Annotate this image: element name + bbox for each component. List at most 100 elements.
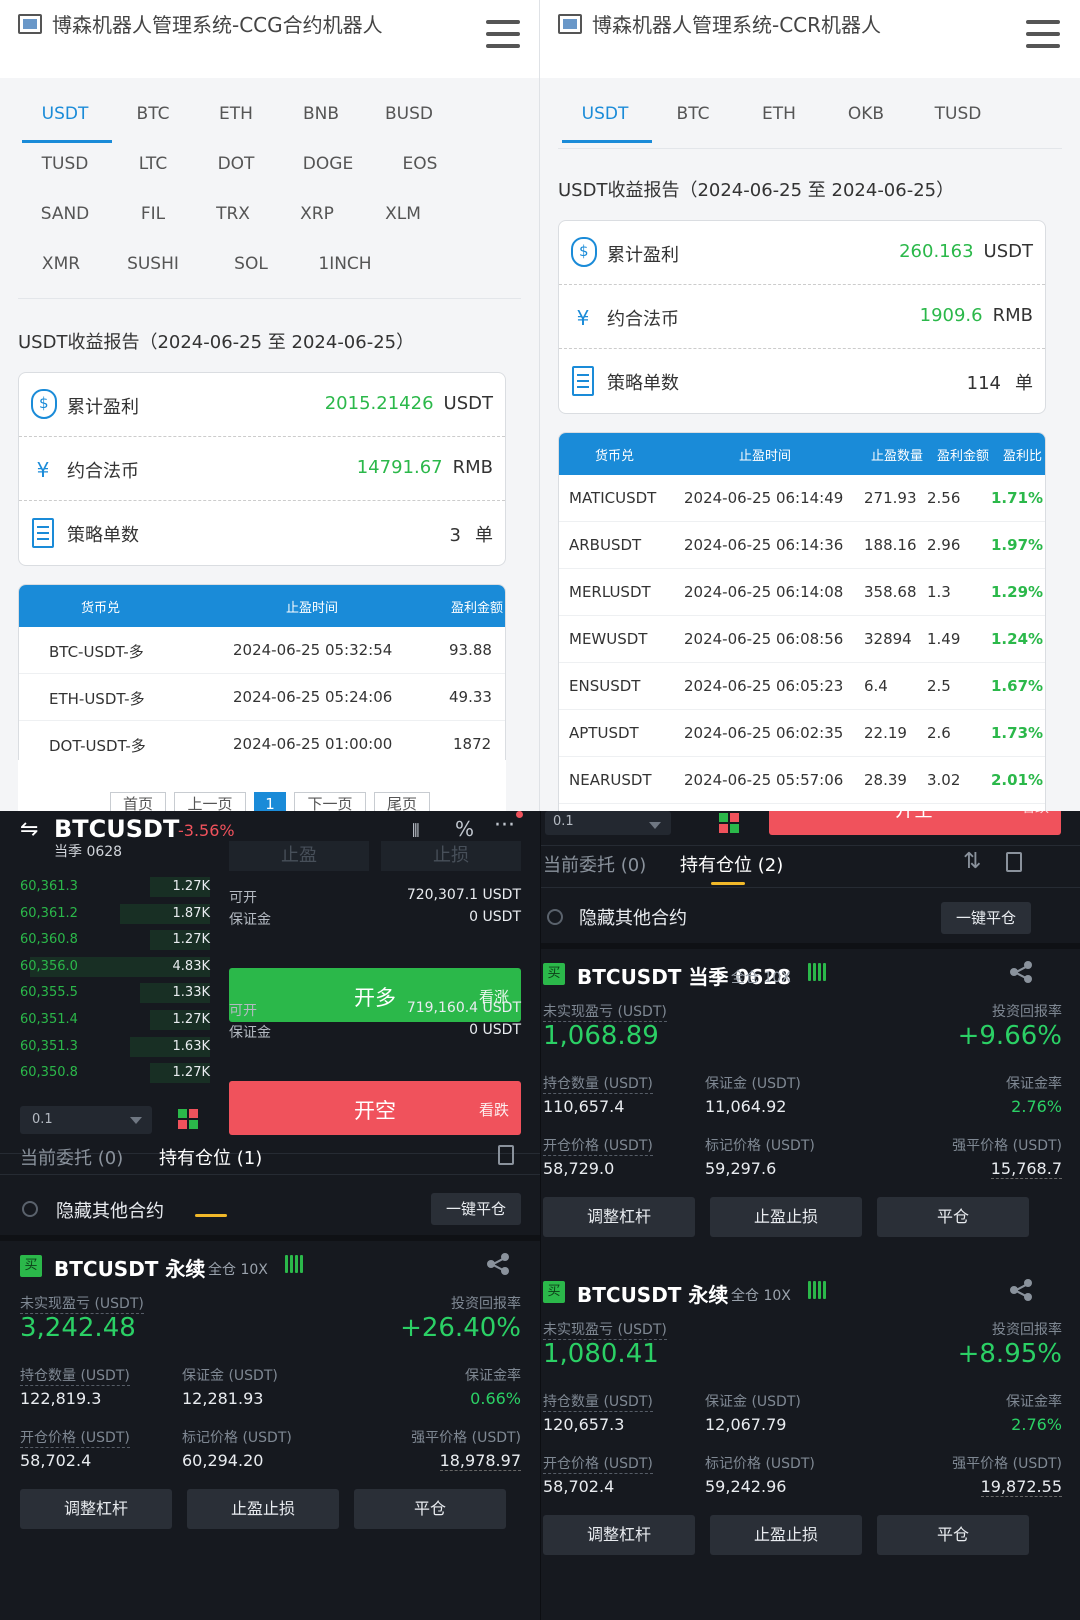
swap-icon[interactable]: ⇋ bbox=[20, 817, 38, 842]
tab-okb[interactable]: OKB bbox=[821, 104, 911, 124]
active-tab-underline bbox=[562, 140, 652, 143]
header-ratio: 盈利比 bbox=[1003, 449, 1043, 464]
tab-sushi[interactable]: SUSHI bbox=[108, 254, 198, 274]
cell-qty: 32894 bbox=[864, 630, 912, 648]
tab-tusd[interactable]: TUSD bbox=[20, 154, 110, 174]
tab-xlm[interactable]: XLM bbox=[358, 204, 448, 224]
depth-layout-icon[interactable] bbox=[178, 1109, 200, 1131]
contract-name[interactable]: BTCUSDT 永续 bbox=[54, 1253, 205, 1282]
tab-btc[interactable]: BTC bbox=[108, 104, 198, 124]
order-price[interactable]: 60,356.0 bbox=[20, 959, 78, 974]
tab-fil[interactable]: FIL bbox=[108, 204, 198, 224]
divider bbox=[558, 148, 1062, 149]
notification-dot-icon bbox=[516, 811, 523, 818]
tab-sol[interactable]: SOL bbox=[206, 254, 296, 274]
tab-eos[interactable]: EOS bbox=[375, 154, 465, 174]
tab-bnb[interactable]: BNB bbox=[276, 104, 366, 124]
adjust-leverage-button[interactable]: 调整杠杆 bbox=[543, 1515, 695, 1555]
tab-trx[interactable]: TRX bbox=[188, 204, 278, 224]
tab-sand[interactable]: SAND bbox=[20, 204, 110, 224]
contract-name[interactable]: BTCUSDT 永续 bbox=[577, 1279, 728, 1308]
last-page-button[interactable]: 尾页 bbox=[374, 792, 430, 811]
order-price[interactable]: 60,361.2 bbox=[20, 906, 78, 921]
tab-doge[interactable]: DOGE bbox=[283, 154, 373, 174]
order-price[interactable]: 60,351.4 bbox=[20, 1012, 78, 1027]
fiat-unit: RMB bbox=[452, 457, 493, 478]
margin-value: 12,067.79 bbox=[705, 1415, 787, 1434]
share-icon[interactable] bbox=[1010, 1279, 1032, 1301]
cell-pair: BTC-USDT-多 bbox=[49, 643, 144, 661]
stop-loss-input[interactable]: 止损 bbox=[381, 841, 521, 871]
sort-icon[interactable]: ⇅ bbox=[963, 849, 981, 874]
margin-rate-label: 保证金率 bbox=[1006, 1076, 1062, 1092]
order-price[interactable]: 60,351.3 bbox=[20, 1039, 78, 1054]
tab-btc[interactable]: BTC bbox=[648, 104, 738, 124]
document-icon[interactable] bbox=[498, 1145, 514, 1165]
share-icon[interactable] bbox=[1010, 961, 1032, 983]
table-row: ARBUSDT 2024-06-25 06:14:36 188.16 2.96 1.97… bbox=[559, 522, 1045, 569]
summary-card: 累计盈利 260.163 USDT ¥ 约合法币 1909.6 RMB 策略单数 1… bbox=[558, 220, 1046, 414]
tp-sl-button[interactable]: 止盈止损 bbox=[187, 1489, 339, 1529]
prev-page-button[interactable]: 上一页 bbox=[174, 792, 246, 811]
cell-pair: NEARUSDT bbox=[569, 771, 652, 789]
hide-other-radio[interactable] bbox=[547, 909, 563, 925]
open-short-button[interactable]: 开空 看跌 bbox=[229, 1081, 521, 1135]
tab-usdt[interactable]: USDT bbox=[560, 104, 650, 124]
orders-unit: 单 bbox=[475, 525, 493, 546]
price-step-select[interactable]: 0.1 bbox=[20, 1106, 152, 1134]
pair-name[interactable]: BTCUSDT bbox=[54, 815, 179, 843]
current-page-button[interactable]: 1 bbox=[254, 792, 286, 811]
order-price[interactable]: 60,355.5 bbox=[20, 985, 78, 1000]
tab-usdt[interactable]: USDT bbox=[20, 104, 110, 124]
close-position-button[interactable]: 平仓 bbox=[877, 1197, 1029, 1237]
tp-sl-button[interactable]: 止盈止损 bbox=[710, 1515, 862, 1555]
tab-xmr[interactable]: XMR bbox=[16, 254, 106, 274]
hide-other-radio[interactable] bbox=[22, 1201, 38, 1217]
percent-icon[interactable]: % bbox=[455, 817, 474, 841]
tp-sl-button[interactable]: 止盈止损 bbox=[710, 1197, 862, 1237]
adjust-leverage-button[interactable]: 调整杠杆 bbox=[543, 1197, 695, 1237]
menu-icon[interactable] bbox=[1026, 20, 1062, 50]
table-body: MATICUSDT 2024-06-25 06:14:49 271.93 2.56 1.… bbox=[559, 475, 1045, 804]
tab-eth[interactable]: ETH bbox=[191, 104, 281, 124]
liq-price: 15,768.7 bbox=[990, 1159, 1062, 1179]
tab-open-orders[interactable]: 当前委托 (0) bbox=[543, 851, 646, 877]
tab-ltc[interactable]: LTC bbox=[108, 154, 198, 174]
tab-xrp[interactable]: XRP bbox=[272, 204, 362, 224]
order-qty: 1.27K bbox=[172, 1065, 210, 1081]
price-step-select[interactable]: 0.1 bbox=[545, 811, 671, 835]
more-icon[interactable]: ··· bbox=[494, 813, 515, 838]
take-profit-input[interactable]: 止盈 bbox=[229, 841, 369, 871]
first-page-button[interactable]: 首页 bbox=[110, 792, 166, 811]
adjust-leverage-button[interactable]: 调整杠杆 bbox=[20, 1489, 172, 1529]
candlestick-icon[interactable]: ⫴ bbox=[412, 821, 434, 842]
open-short-button[interactable]: 开空 看跌 bbox=[769, 811, 1061, 835]
close-all-button[interactable]: 一键平仓 bbox=[431, 1193, 521, 1225]
depth-layout-icon[interactable] bbox=[719, 813, 741, 835]
tab-eth[interactable]: ETH bbox=[734, 104, 824, 124]
menu-icon[interactable] bbox=[486, 20, 522, 50]
next-page-button[interactable]: 下一页 bbox=[294, 792, 366, 811]
close-all-button[interactable]: 一键平仓 bbox=[941, 902, 1031, 934]
tab-tusd[interactable]: TUSD bbox=[913, 104, 1003, 124]
close-position-button[interactable]: 平仓 bbox=[877, 1515, 1029, 1555]
orders-row: 策略单数 114 单 bbox=[559, 349, 1045, 413]
tab-1inch[interactable]: 1INCH bbox=[300, 254, 390, 274]
tab-positions[interactable]: 持有仓位 (1) bbox=[159, 1144, 262, 1170]
order-price[interactable]: 60,360.8 bbox=[20, 932, 78, 947]
header-time: 止盈时间 bbox=[739, 449, 792, 464]
tab-dot[interactable]: DOT bbox=[191, 154, 281, 174]
header-pair: 货币兑 bbox=[595, 449, 635, 464]
share-icon[interactable] bbox=[487, 1253, 509, 1275]
tab-open-orders[interactable]: 当前委托 (0) bbox=[20, 1144, 123, 1170]
liq-price-label: 强平价格 (USDT) bbox=[952, 1456, 1062, 1472]
ccg-robot-panel: 博森机器人管理系统-CCG合约机器人 USDT BTC ETH BNB BUSD… bbox=[0, 0, 540, 811]
order-price[interactable]: 60,361.3 bbox=[20, 879, 78, 894]
close-position-button[interactable]: 平仓 bbox=[354, 1489, 506, 1529]
tab-positions[interactable]: 持有仓位 (2) bbox=[680, 851, 783, 877]
tab-busd[interactable]: BUSD bbox=[364, 104, 454, 124]
order-price[interactable]: 60,350.8 bbox=[20, 1065, 78, 1080]
qty-label: 持仓数量 (USDT) bbox=[543, 1391, 653, 1412]
document-icon[interactable] bbox=[1006, 852, 1022, 872]
cell-profit: 1.49 bbox=[927, 630, 961, 648]
